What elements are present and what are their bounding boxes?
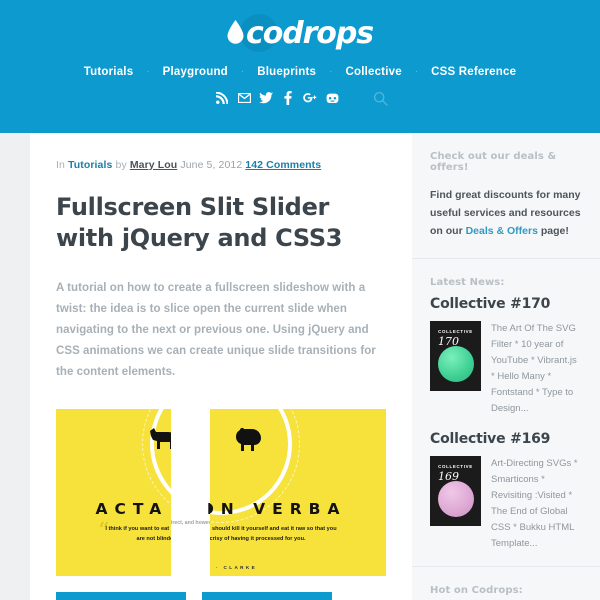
social-links <box>211 89 389 107</box>
post-meta: In Tutorials by Mary Lou June 5, 2012 14… <box>56 159 386 171</box>
collective-thumbnail[interactable]: COLLECTIVE 170 <box>430 321 481 391</box>
facebook-icon[interactable] <box>277 89 299 107</box>
googleplus-icon[interactable] <box>299 89 321 107</box>
demo-buttons: View demo Download source <box>56 592 386 600</box>
collective-sphere-graphic <box>437 346 474 382</box>
preview-slit-author: RUTH MALOU CRESS <box>171 537 210 542</box>
post-date: June 5, 2012 <box>180 159 243 171</box>
page-body: In Tutorials by Mary Lou June 5, 2012 14… <box>0 133 600 600</box>
view-demo-button[interactable]: View demo <box>56 592 186 600</box>
site-logo[interactable]: codrops <box>227 13 374 55</box>
bear-silhouette-icon <box>234 427 264 458</box>
search-icon[interactable] <box>371 89 389 107</box>
deals-text: Find great discounts for many useful ser… <box>430 186 582 240</box>
post-category-link[interactable]: Tutorials <box>68 159 112 171</box>
collective-thumbnail[interactable]: COLLECTIVE 169 <box>430 456 481 526</box>
preview-slit-headline: NE PLA <box>171 500 210 518</box>
collective-sphere-graphic <box>437 481 474 517</box>
post-author-link[interactable]: Mary Lou <box>130 159 177 171</box>
post-meta-in: In <box>56 159 65 171</box>
main-content: In Tutorials by Mary Lou June 5, 2012 14… <box>30 133 412 600</box>
post-comments-link[interactable]: 142 Comments <box>245 159 321 171</box>
collective-item[interactable]: Collective #170 COLLECTIVE 170 The Art O… <box>412 296 600 431</box>
collective-item[interactable]: Collective #169 COLLECTIVE 169 Art-Direc… <box>412 431 600 566</box>
latest-news-kicker: Latest News: <box>430 277 505 288</box>
bunny-silhouette-icon <box>171 442 210 473</box>
nav-item-tutorials[interactable]: Tutorials <box>71 66 147 78</box>
post-description: A tutorial on how to create a fullscreen… <box>56 282 376 378</box>
collective-description: Art-Directing SVGs * Smarticons * Revisi… <box>491 458 578 549</box>
hot-on-codrops-header: Hot on Codrops: <box>412 567 600 600</box>
sidebar: Check out our deals & offers! Find great… <box>412 133 600 600</box>
rss-icon[interactable] <box>211 89 233 107</box>
nav-item-collective[interactable]: Collective <box>332 66 414 78</box>
preview-author-line: MARGI · CLARKE <box>184 565 258 570</box>
demo-preview-image[interactable]: ACTA NON VERBA “ I think if you want to … <box>56 409 386 576</box>
latest-news-header: Latest News: <box>412 259 600 296</box>
nav-item-playground[interactable]: Playground <box>150 66 241 78</box>
preview-headline: ACTA NON VERBA <box>95 500 347 518</box>
main-navigation: Tutorials · Playground · Blueprints · Co… <box>71 66 529 78</box>
deals-offers-link[interactable]: Deals & Offers <box>466 225 538 237</box>
hot-kicker: Hot on Codrops: <box>430 585 523 596</box>
deals-kicker: Check out our deals & offers! <box>430 151 557 173</box>
page-title: Fullscreen Slit Slider with jQuery and C… <box>56 193 343 252</box>
water-drop-icon <box>227 19 244 49</box>
logo-text: codrops <box>246 16 374 51</box>
email-icon[interactable] <box>233 89 255 107</box>
preview-slit-quote: eat direct, and however animal is concea… <box>171 520 210 526</box>
nav-item-css-reference[interactable]: CSS Reference <box>418 66 529 78</box>
preview-quote: I think if you want to eat more meat you… <box>105 526 337 542</box>
download-source-button[interactable]: Download source <box>202 592 332 600</box>
nav-item-blueprints[interactable]: Blueprints <box>244 66 329 78</box>
collective-title[interactable]: Collective #169 <box>430 431 582 447</box>
post-meta-by: by <box>115 159 127 171</box>
collective-description: The Art Of The SVG Filter * 10 year of Y… <box>491 323 577 414</box>
site-header: codrops Tutorials · Playground · Bluepri… <box>0 0 600 133</box>
preview-slit-panel: eat direct, and however animal is concea… <box>171 409 210 576</box>
twitter-icon[interactable] <box>255 89 277 107</box>
dribbble-icon[interactable] <box>321 89 343 107</box>
sidebar-deals-block: Check out our deals & offers! Find great… <box>412 133 600 258</box>
deals-text-after: page! <box>537 225 569 237</box>
collective-title[interactable]: Collective #170 <box>430 296 582 312</box>
